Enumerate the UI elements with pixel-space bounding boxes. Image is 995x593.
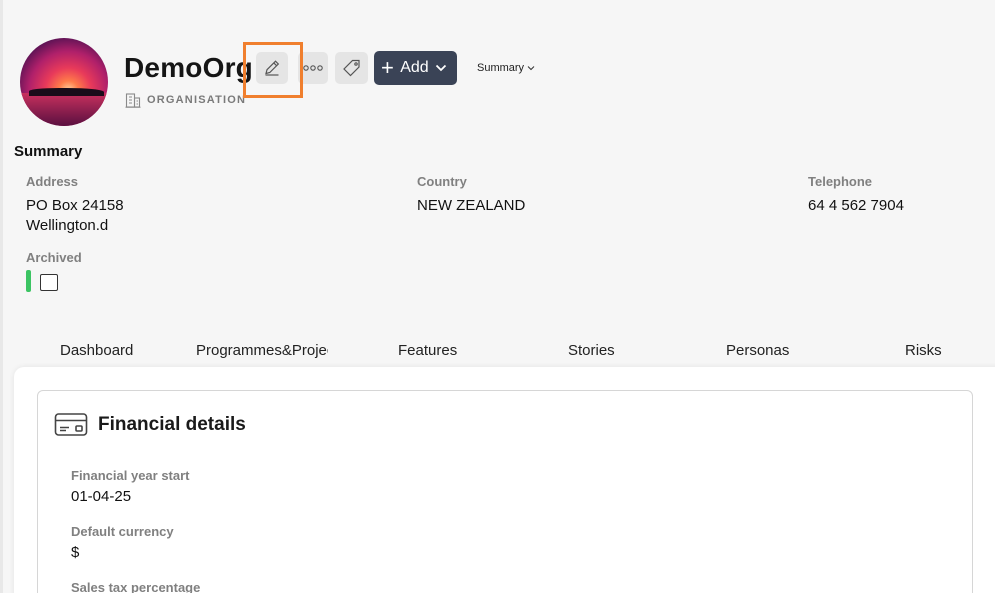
- tab-features[interactable]: Features: [398, 342, 457, 359]
- highlight-box: [243, 42, 303, 98]
- tab-programmes-projects[interactable]: Programmes&Projects: [196, 342, 328, 359]
- credit-card-icon: [54, 413, 88, 436]
- address-line2: Wellington.d: [26, 217, 109, 234]
- financial-year-start-label: Financial year start: [71, 468, 190, 483]
- default-currency-label: Default currency: [71, 524, 174, 539]
- org-type: ORGANISATION: [125, 91, 246, 108]
- org-avatar: [20, 38, 108, 126]
- archived-label: Archived: [26, 250, 82, 265]
- financial-details-title: Financial details: [98, 414, 246, 435]
- chevron-down-icon: [435, 64, 447, 72]
- country-label: Country: [417, 174, 467, 189]
- org-type-label: ORGANISATION: [147, 93, 247, 106]
- org-name: DemoOrg: [124, 52, 253, 83]
- telephone-value: 64 4 562 7904: [808, 197, 904, 214]
- summary-title: Summary: [14, 143, 83, 160]
- archived-checkbox[interactable]: [40, 274, 58, 291]
- left-rule: [0, 0, 3, 593]
- telephone-label: Telephone: [808, 174, 873, 189]
- country-value: NEW ZEALAND: [417, 197, 526, 214]
- tab-personas[interactable]: Personas: [726, 342, 789, 359]
- tag-button[interactable]: [335, 52, 368, 84]
- financial-year-start-value: 01-04-25: [71, 488, 132, 505]
- summary-dropdown[interactable]: Summary: [477, 62, 535, 74]
- building-icon: [125, 93, 141, 108]
- archived-indicator: [26, 270, 31, 292]
- summary-dropdown-label: Summary: [477, 62, 525, 74]
- avatar-sea: [20, 92, 108, 126]
- chevron-down-icon: [527, 66, 535, 71]
- tab-dashboard[interactable]: Dashboard: [60, 342, 133, 359]
- tab-bar: Dashboard Programmes&Projects Features S…: [14, 338, 995, 366]
- address-label: Address: [26, 174, 79, 189]
- ellipsis-icon: [303, 65, 323, 71]
- sales-tax-label: Sales tax percentage: [71, 580, 201, 593]
- avatar-land: [28, 88, 104, 97]
- tag-icon: [342, 59, 360, 77]
- tab-risks[interactable]: Risks: [905, 342, 942, 359]
- plus-icon: +: [381, 55, 394, 80]
- add-button-label: Add: [400, 59, 429, 76]
- tab-stories[interactable]: Stories: [568, 342, 615, 359]
- default-currency-value: $: [71, 544, 80, 561]
- address-line1: PO Box 24158: [26, 197, 124, 214]
- add-button[interactable]: + Add: [374, 51, 457, 85]
